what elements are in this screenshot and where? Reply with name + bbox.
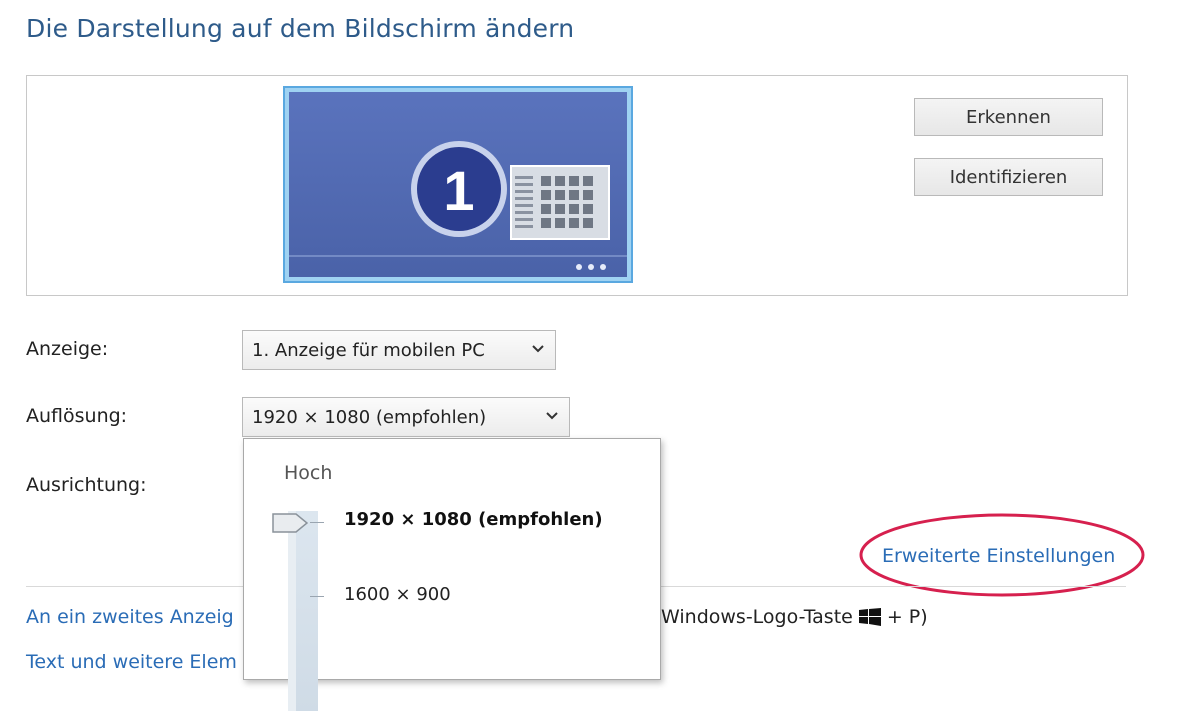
detect-button[interactable]: Erkennen	[914, 98, 1103, 136]
windows-logo-icon	[858, 608, 881, 626]
monitor-number: 1	[443, 159, 475, 222]
identify-button[interactable]: Identifizieren	[914, 158, 1103, 196]
shortcut-hint: Windows-Logo-Taste + P)	[661, 606, 928, 628]
hint-suffix: + P)	[886, 606, 928, 628]
monitor-1[interactable]: 1	[283, 86, 633, 283]
second-display-link[interactable]: An ein zweites Anzeig	[26, 606, 234, 628]
resolution-label: Auflösung:	[26, 405, 128, 427]
slider-tick	[310, 522, 324, 523]
display-select-value: 1. Anzeige für mobilen PC	[252, 339, 485, 361]
slider-track-inner	[288, 511, 296, 711]
resolution-dropdown: Hoch 1920 × 1080 (empfohlen) 1600 × 900	[243, 438, 661, 711]
display-label: Anzeige:	[26, 338, 109, 360]
resolution-option[interactable]: 1600 × 900	[344, 584, 451, 605]
resolution-select-value: 1920 × 1080 (empfohlen)	[252, 406, 487, 428]
slider-tick	[310, 596, 324, 597]
page-title: Die Darstellung auf dem Bildschirm änder…	[26, 14, 575, 43]
resolution-select[interactable]: 1920 × 1080 (empfohlen)	[242, 397, 570, 437]
chevron-down-icon	[546, 412, 558, 420]
slider-thumb[interactable]	[272, 513, 308, 533]
dropdown-high-label: Hoch	[284, 462, 333, 484]
orientation-label: Ausrichtung:	[26, 474, 147, 496]
chevron-down-icon	[532, 345, 544, 353]
resolution-option[interactable]: 1920 × 1080 (empfohlen)	[344, 509, 603, 530]
display-select[interactable]: 1. Anzeige für mobilen PC	[242, 330, 556, 370]
hint-prefix: Windows-Logo-Taste	[661, 606, 853, 628]
